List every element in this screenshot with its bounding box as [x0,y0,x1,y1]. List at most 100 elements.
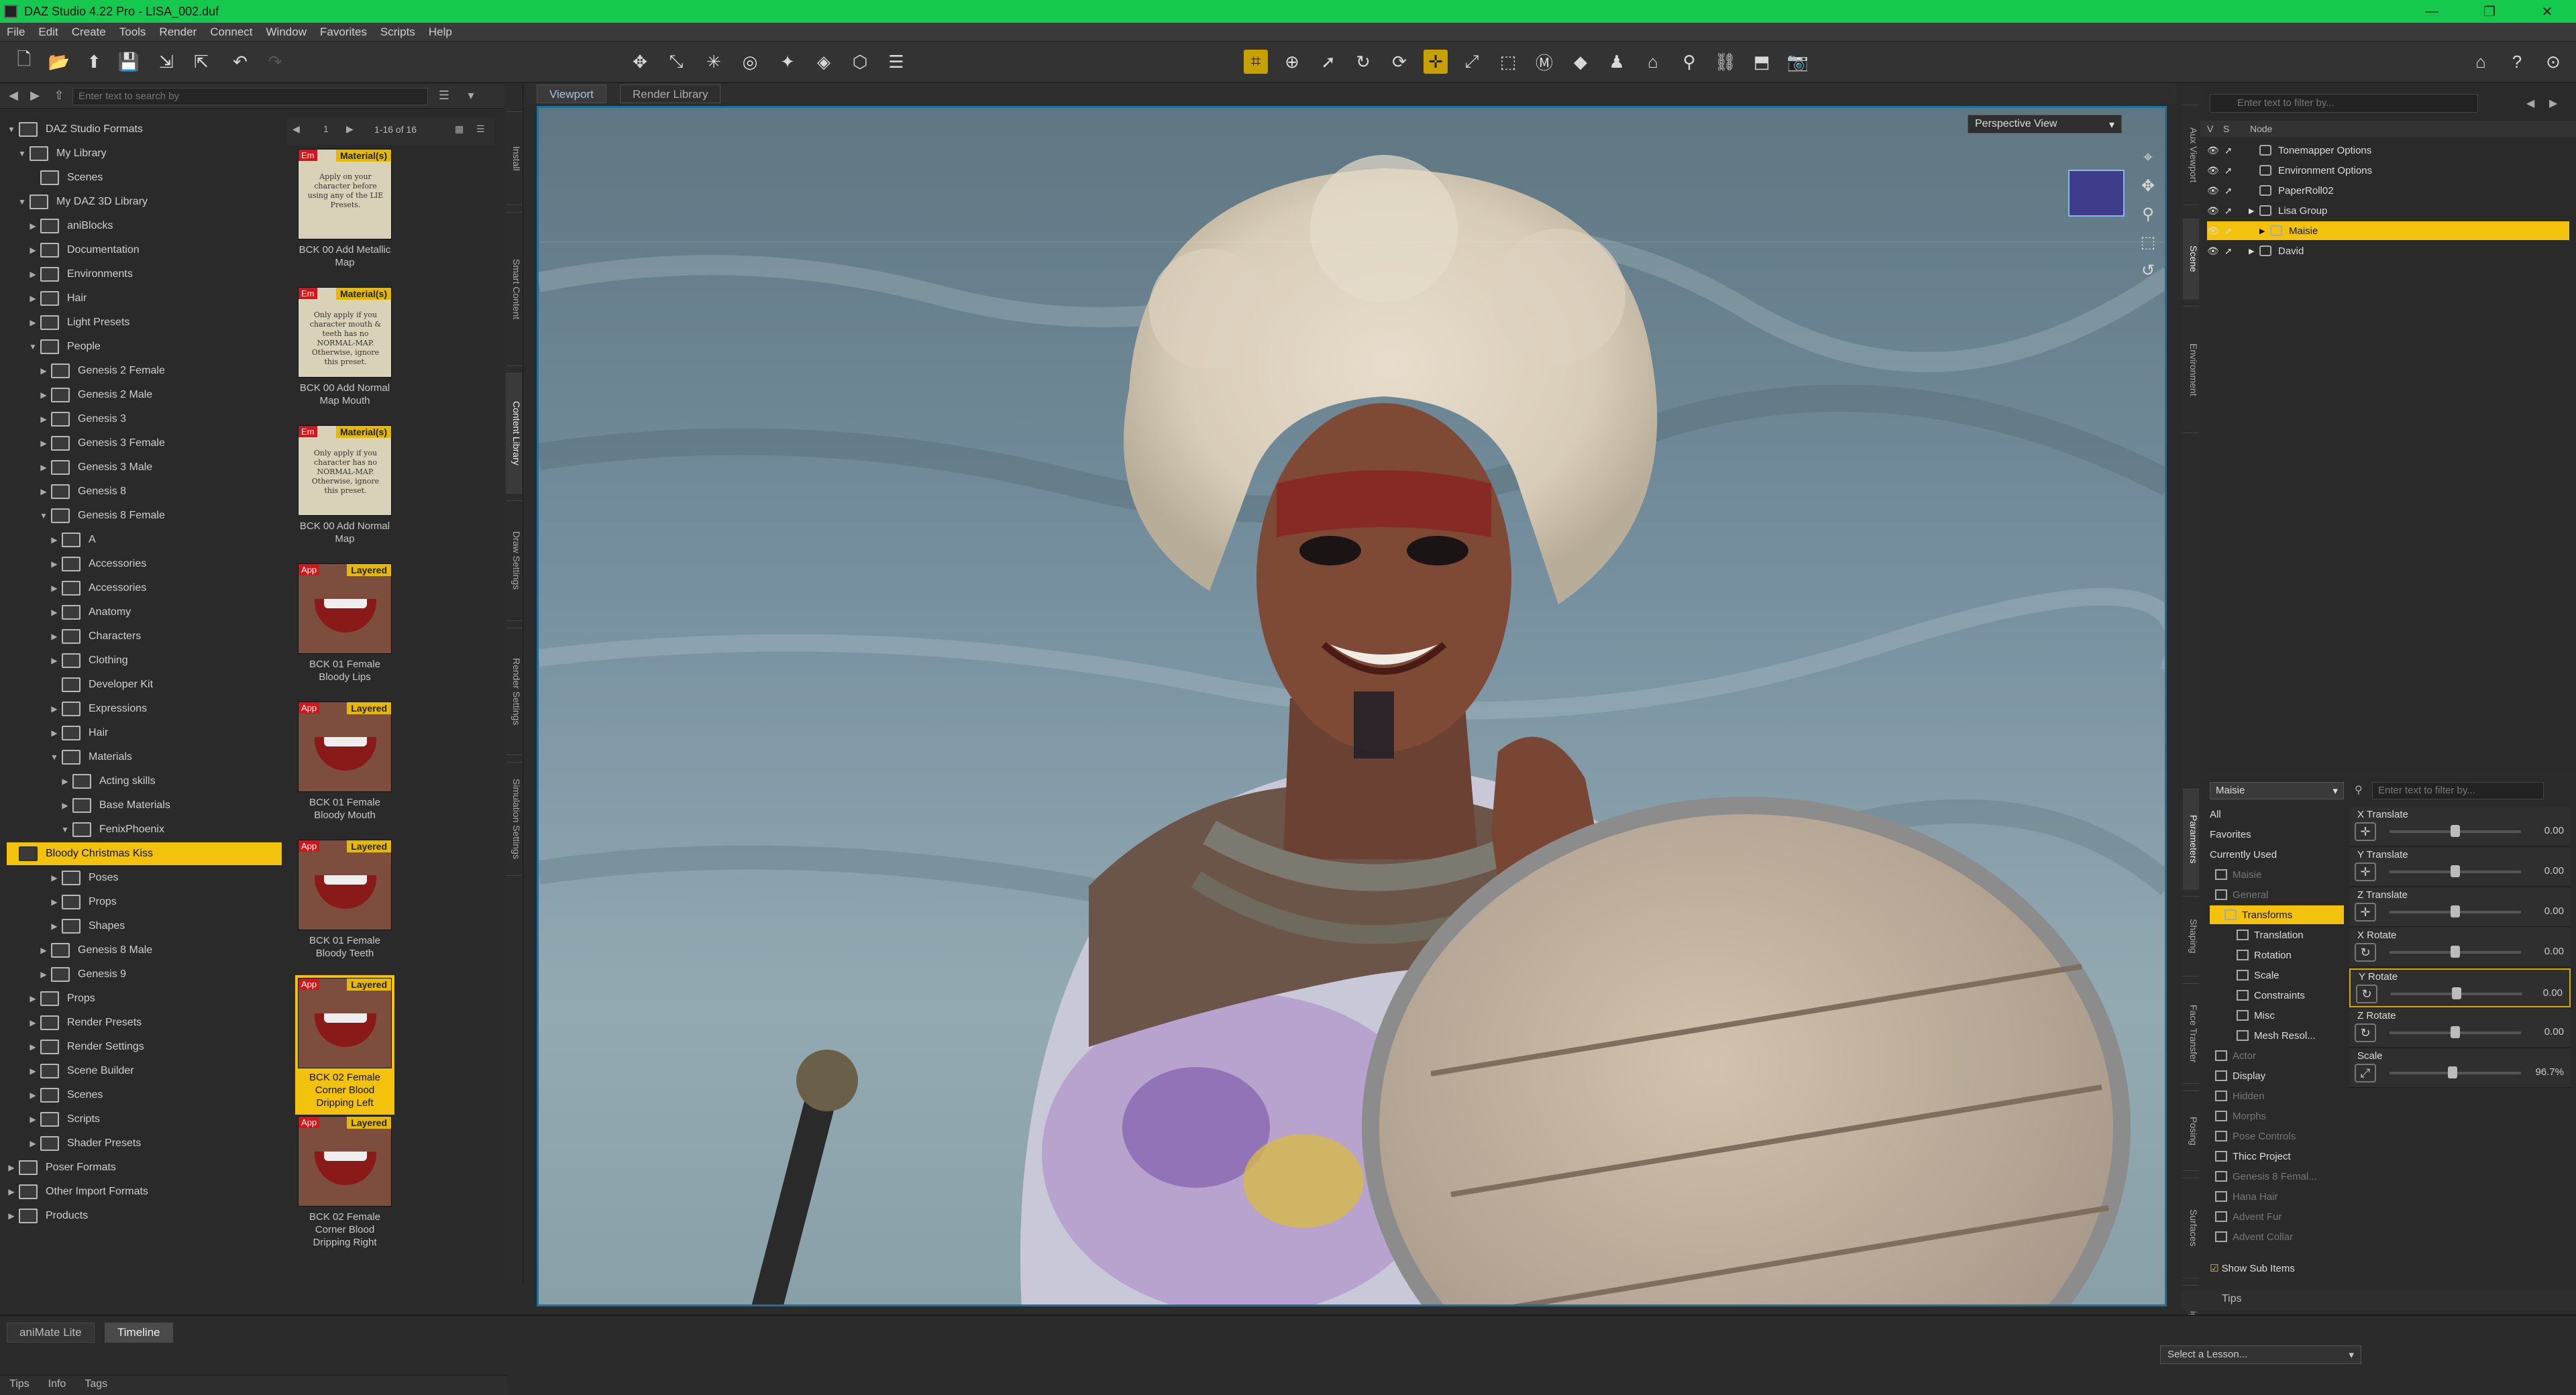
chevron-right-icon[interactable]: ▶ [39,970,48,979]
slider-knob[interactable] [2451,1026,2460,1038]
chevron-right-icon[interactable]: ▶ [50,656,59,665]
parameter-group[interactable]: Maisie [2210,865,2344,884]
scene-node[interactable]: 👁 ➚ ▶ Lisa Group [2207,201,2569,220]
layout-icon[interactable]: ☰ [884,50,908,74]
tree-item[interactable]: ▶ Genesis 3 Male [39,456,152,479]
tree-item[interactable]: ▶ Documentation [28,239,140,262]
content-search-input[interactable]: Enter text to search by [72,88,428,105]
tree-item[interactable]: ▶ Products [7,1205,88,1227]
surface-tool-icon[interactable]: ◆ [1568,50,1593,74]
tab-render-library[interactable]: Render Library [620,85,721,103]
menu-file[interactable]: File [0,25,32,39]
view-cube[interactable] [2068,170,2125,217]
tree-item[interactable]: ▶ Other Import Formats [7,1180,148,1203]
tree-item[interactable]: ▶ Genesis 8 [39,480,126,503]
page-number[interactable]: 1 [323,123,329,134]
surface-selection-icon[interactable]: ◈ [812,50,836,74]
undo-icon[interactable]: ↶ [228,50,252,74]
parameter-group[interactable]: All [2210,805,2344,824]
parameter-slider[interactable]: Scale ⤢ 96.7% [2349,1049,2571,1088]
chevron-right-icon[interactable]: ▶ [39,390,48,400]
link-icon[interactable]: ⛓ [1713,50,1737,74]
merge-icon[interactable]: ⬆ [82,50,106,74]
vtab-parameters[interactable]: Parameters [2183,789,2199,889]
tab-timeline[interactable]: Timeline [105,1323,173,1343]
parameter-group[interactable]: Misc [2210,1006,2344,1025]
parameter-group[interactable]: Rotation [2210,946,2344,964]
help-icon[interactable]: ⊙ [2541,50,2565,74]
tree-item[interactable]: ▶ Render Presets [28,1011,142,1034]
chevron-right-icon[interactable]: ▶ [39,946,48,955]
parameter-group[interactable]: Morphs [2210,1107,2344,1125]
parameter-group[interactable]: Constraints [2210,986,2344,1005]
slider-value[interactable]: 0.00 [2544,825,2564,836]
tree-item[interactable]: ▶ Genesis 2 Female [39,359,165,382]
vtab-install[interactable]: Install [506,111,522,205]
chevron-down-icon[interactable]: ▼ [7,125,16,134]
chevron-right-icon[interactable]: ▶ [50,632,59,641]
tree-item[interactable]: ▶ Scenes [28,1084,103,1107]
tree-item[interactable]: ▶ Clothing [50,649,128,672]
tree-item[interactable]: ▼ Materials [50,746,132,769]
menu-scripts[interactable]: Scripts [374,25,422,39]
chevron-right-icon[interactable]: ▶ [50,897,59,907]
close-button[interactable]: ✕ [2518,0,2576,23]
chevron-right-icon[interactable]: ▶ [28,318,38,327]
home-icon[interactable]: ⌂ [2469,50,2493,74]
parameter-group[interactable]: Pose Controls [2210,1127,2344,1146]
slider-value[interactable]: 0.00 [2544,905,2564,917]
slider-value[interactable]: 0.00 [2543,987,2563,999]
new-scene-icon[interactable]: 🗋 [12,49,36,74]
chevron-right-icon[interactable]: ▶ [28,1139,38,1148]
scale-icon[interactable]: ⤢ [1460,50,1484,74]
menu-window[interactable]: Window [260,25,313,39]
back-icon[interactable]: ◀ [5,89,21,105]
pin-icon[interactable]: ⚲ [1677,50,1701,74]
tree-item[interactable]: ▶ Shader Presets [28,1132,141,1155]
chevron-right-icon[interactable]: ▶ [50,535,59,545]
chevron-right-icon[interactable]: ▶ [50,728,59,738]
parameter-slider[interactable]: Y Rotate ↻ 0.00 [2349,968,2571,1007]
tree-item[interactable]: ▶ A [50,528,96,551]
tree-item[interactable]: ▶ Anatomy [50,601,131,624]
eye-icon[interactable]: 👁 [2207,225,2222,237]
rotate-icon[interactable]: ⟳ [1387,50,1411,74]
tree-item[interactable]: ▶ Props [28,987,95,1010]
import-icon[interactable]: ⇲ [154,50,178,74]
chevron-right-icon[interactable]: ▶ [50,922,59,931]
figure-icon[interactable]: ♟ [1605,50,1629,74]
reset-view-icon[interactable]: ↺ [2137,261,2159,289]
chevron-right-icon[interactable]: ▶ [50,873,59,883]
chevron-right-icon[interactable]: ▶ [50,559,59,569]
chevron-down-icon[interactable]: ▼ [60,825,70,834]
spot-render-icon[interactable]: ✦ [775,50,800,74]
slider-value[interactable]: 0.00 [2544,1026,2564,1038]
tree-item[interactable]: ▶ Shapes [50,915,125,938]
menu-create[interactable]: Create [65,25,113,39]
vtab-face-transfer[interactable]: Face Transfer [2183,983,2199,1084]
node-weight-icon[interactable]: ✳ [702,50,726,74]
grid-view-icon[interactable]: ▦ [455,123,464,135]
save-icon[interactable]: 💾 [117,50,141,74]
parameter-group[interactable]: Thicc Project [2210,1147,2344,1166]
tree-item[interactable]: ▶ Genesis 9 [39,963,126,986]
morph-brush-icon[interactable]: Ⓜ [1532,50,1556,74]
vtab-smart-content[interactable]: Smart Content [506,212,522,366]
tab-tips[interactable]: Tips [0,1376,39,1393]
chevron-right-icon[interactable]: ▶ [39,414,48,424]
tab-tags[interactable]: Tags [75,1376,117,1393]
tab-tips[interactable]: Tips [2222,1293,2242,1305]
render-settings-icon[interactable]: ⬒ [1750,50,1774,74]
tree-item[interactable]: ▼ People [28,335,101,358]
vtab-simulation-settings[interactable]: Simulation Settings [506,762,522,876]
product-card[interactable]: App Layered BCK 02 Female Corner Blood Dri… [295,975,394,1115]
pose-icon[interactable]: ➚ [2224,165,2239,176]
tree-item[interactable]: ▶ Scene Builder [28,1060,134,1082]
slider-knob[interactable] [2451,946,2460,958]
eye-icon[interactable]: 👁 [2207,145,2222,156]
tree-item[interactable]: ▼ DAZ Studio Formats [7,118,143,141]
chevron-right-icon[interactable]: ▶ [28,1042,38,1052]
lesson-dropdown[interactable]: Select a Lesson... ▾ [2160,1345,2361,1364]
slider-knob[interactable] [2448,1066,2458,1078]
parameter-group[interactable]: Advent Collar [2210,1227,2344,1246]
